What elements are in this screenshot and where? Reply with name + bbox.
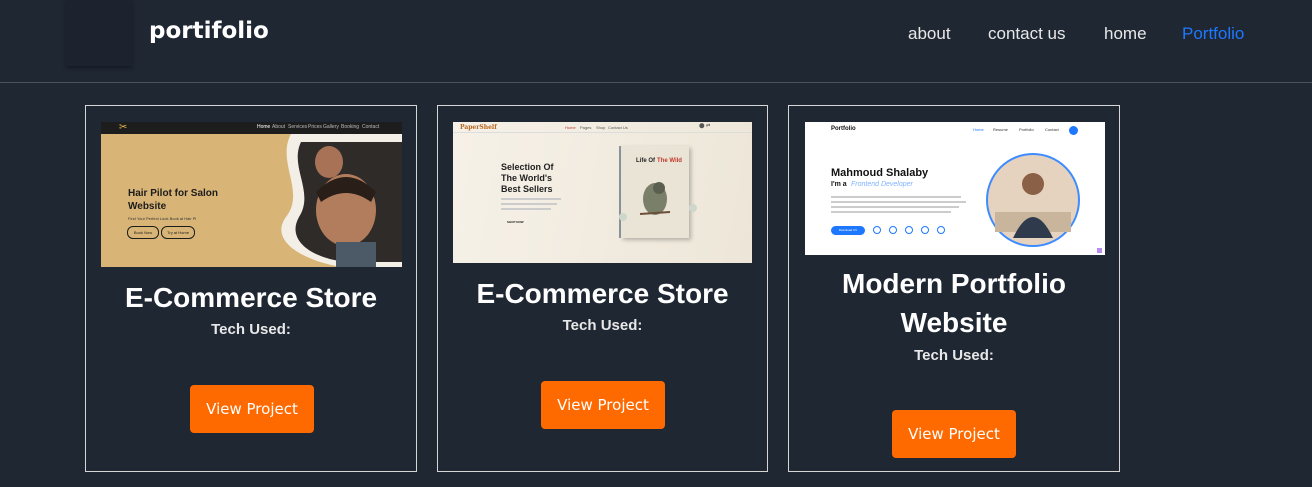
project-card-3: Portfolio Home Resume Portfolio Contact … — [788, 105, 1120, 472]
nav-link-about[interactable]: about — [908, 24, 951, 44]
book-title-part1: Life Of — [636, 158, 655, 164]
tech-used-label: Tech Used: — [211, 321, 291, 338]
thumbnail-text-line — [501, 198, 561, 200]
thumbnail-nav-shop: Shop — [596, 125, 606, 130]
profile-photo — [986, 153, 1080, 247]
social-icon — [921, 226, 929, 234]
view-project-button[interactable]: View Project — [541, 381, 665, 429]
carousel-next-dot — [689, 204, 697, 212]
project-title-line2: Website — [900, 307, 1008, 338]
thumbnail-nav-contact: Contact — [1045, 127, 1059, 132]
thumbnail-headline-line1: Hair Pilot for Salon — [128, 188, 219, 199]
thumbnail-divider — [453, 132, 752, 133]
project-thumbnail-hair-salon[interactable]: ✂ Home About Services Prices Gallery Boo… — [101, 122, 402, 267]
project-card-1: ✂ Home About Services Prices Gallery Boo… — [85, 105, 417, 472]
navbar: portifolio about contact us home Portfol… — [0, 0, 1312, 83]
nav-link-portfolio[interactable]: Portfolio — [1182, 24, 1244, 44]
thumbnail-name: Mahmoud Shalaby — [831, 167, 929, 179]
social-icon — [889, 226, 897, 234]
nav-link-contact-us[interactable]: contact us — [988, 24, 1066, 44]
project-title-line1: Modern Portfolio — [842, 268, 1066, 299]
bird-illustration — [639, 182, 671, 215]
thumbnail-nav-home: Home — [973, 127, 984, 132]
theme-toggle-icon — [1069, 126, 1078, 135]
carousel-prev-dot — [619, 213, 627, 221]
cart-icon: ⬤ ⇄ — [699, 123, 711, 129]
thumbnail-nav-contact: Contact Us — [608, 125, 628, 130]
view-project-button[interactable]: View Project — [190, 385, 314, 433]
thumbnail-nav-pages: Pages — [580, 125, 592, 130]
thumbnail-cta-button: Download CV — [831, 226, 865, 235]
thumbnail-subtext: Find Your Perfect Look Book at Hair Pi — [128, 216, 197, 221]
project-title: E-Commerce Store — [124, 282, 378, 313]
thumbnail-headline-line2: The World's — [501, 173, 552, 183]
thumbnail-try-button: Try at Home — [161, 226, 195, 239]
thumbnail-book-button: Book Now — [127, 226, 159, 239]
thumbnail-role: Frontend Developer — [851, 181, 913, 188]
book-title-part2: The Wild — [657, 158, 682, 164]
project-card-2: PaperShelf Home Pages Shop Contact Us ⬤ … — [437, 105, 768, 472]
project-thumbnail-portfolio[interactable]: Portfolio Home Resume Portfolio Contact … — [805, 122, 1105, 255]
book-cover: Life Of The Wild — [621, 146, 689, 238]
thumbnail-text-line — [831, 206, 959, 208]
social-icon — [937, 226, 945, 234]
thumbnail-headline-line2: Website — [128, 201, 167, 212]
social-icon — [905, 226, 913, 234]
thumbnail-headline-line1: Selection Of — [501, 162, 554, 172]
thumbnail-headline-line3: Best Sellers — [501, 184, 553, 194]
thumbnail-role-prefix: I'm a — [831, 181, 847, 188]
thumbnail-nav-portfolio: Portfolio — [1019, 127, 1034, 132]
tech-used-label: Tech Used: — [914, 347, 994, 364]
nav-link-home[interactable]: home — [1104, 24, 1147, 44]
thumbnail-text-line — [831, 211, 951, 213]
social-icon — [873, 226, 881, 234]
project-title: E-Commerce Store — [476, 278, 729, 309]
thumbnail-logo: PaperShelf — [460, 124, 497, 131]
view-project-button[interactable]: View Project — [892, 410, 1016, 458]
tech-used-label: Tech Used: — [562, 317, 643, 334]
thumbnail-shop-link: SHOP NOW — [507, 220, 524, 224]
thumbnail-nav-resume: Resume — [993, 127, 1008, 132]
thumbnail-logo: Portfolio — [831, 126, 856, 132]
project-thumbnail-bookstore[interactable]: PaperShelf Home Pages Shop Contact Us ⬤ … — [453, 122, 752, 263]
nav-links: about contact us home Portfolio — [0, 24, 1312, 48]
thumbnail-nav-home: Home — [565, 125, 576, 130]
thumbnail-text-line — [831, 201, 966, 203]
thumbnail-text-line — [501, 208, 551, 210]
corner-badge-icon — [1097, 248, 1102, 253]
thumbnail-text-line — [501, 203, 557, 205]
thumbnail-text-line — [831, 196, 961, 198]
